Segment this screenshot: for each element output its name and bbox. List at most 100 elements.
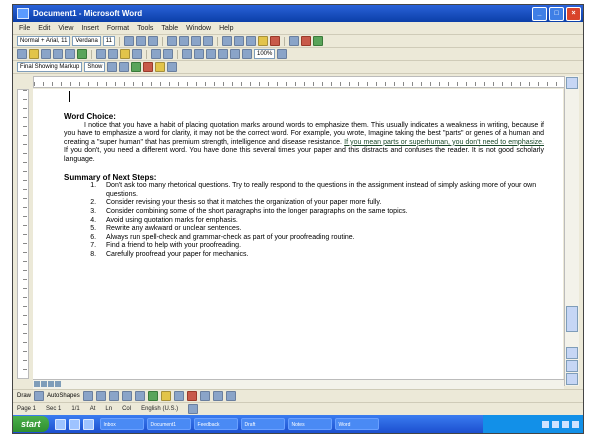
font-color-icon[interactable] (270, 36, 281, 46)
columns-icon[interactable] (218, 49, 228, 59)
new-icon[interactable] (17, 49, 27, 59)
vertical-scrollbar[interactable] (564, 76, 579, 386)
drawing-icon[interactable] (230, 49, 240, 59)
table-icon[interactable] (194, 49, 204, 59)
dash-style-icon[interactable] (212, 391, 223, 401)
format-painter-icon[interactable] (132, 49, 142, 59)
justify-icon[interactable] (203, 36, 214, 46)
excel-icon[interactable] (206, 49, 216, 59)
quick-launch-icon[interactable] (82, 418, 94, 430)
size-combo[interactable]: 11 (102, 36, 116, 46)
show-menu[interactable]: Show (84, 62, 106, 72)
redo-icon[interactable] (163, 49, 173, 59)
numbering-icon[interactable] (222, 36, 233, 46)
align-center-icon[interactable] (179, 36, 190, 46)
menu-edit[interactable]: Edit (38, 25, 50, 32)
taskbar-item[interactable]: Notes (287, 418, 332, 430)
taskbar-item[interactable]: Feedback (193, 418, 238, 430)
line-icon[interactable] (82, 391, 93, 401)
align-left-icon[interactable] (167, 36, 178, 46)
quick-launch-icon[interactable] (54, 418, 66, 430)
font-combo[interactable]: Verdana (72, 36, 101, 46)
undo-icon[interactable] (151, 49, 161, 59)
line-style-icon[interactable] (199, 391, 210, 401)
taskbar-item[interactable]: Word (334, 418, 379, 430)
show-hide-icon[interactable] (242, 49, 252, 59)
hyperlink-icon[interactable] (182, 49, 192, 59)
insert-comment-icon[interactable] (155, 62, 166, 72)
line-color-icon[interactable] (173, 391, 184, 401)
document-body[interactable]: Word Choice: I notice that you have a ha… (64, 107, 544, 260)
taskbar-item[interactable]: Inbox (99, 418, 144, 430)
previous-change-icon[interactable] (107, 62, 118, 72)
print-view-button[interactable] (48, 381, 54, 387)
tray-icon[interactable] (552, 420, 559, 428)
print-icon[interactable] (53, 49, 63, 59)
minimize-button[interactable]: _ (532, 6, 547, 21)
taskbar-item[interactable]: Document1 (146, 418, 191, 430)
scroll-up-button[interactable] (566, 77, 578, 89)
indent-icon[interactable] (246, 36, 257, 46)
vertical-ruler[interactable] (17, 89, 29, 379)
track-changes-icon[interactable] (289, 36, 300, 46)
quick-launch-icon[interactable] (68, 418, 80, 430)
accept-change-icon[interactable] (313, 36, 324, 46)
select-browse-object-button[interactable] (566, 360, 578, 372)
next-change-icon[interactable] (119, 62, 130, 72)
normal-view-button[interactable] (34, 381, 40, 387)
highlight-icon[interactable] (258, 36, 269, 46)
tray-icon[interactable] (542, 420, 549, 428)
web-view-button[interactable] (41, 381, 47, 387)
volume-icon[interactable] (562, 420, 569, 428)
taskbar-item[interactable]: Draft (240, 418, 285, 430)
menu-help[interactable]: Help (219, 25, 233, 32)
align-right-icon[interactable] (191, 36, 202, 46)
menu-window[interactable]: Window (186, 25, 211, 32)
font-color-draw-icon[interactable] (186, 391, 197, 401)
menu-insert[interactable]: Insert (81, 25, 99, 32)
reject-icon[interactable] (143, 62, 154, 72)
print-preview-icon[interactable] (65, 49, 75, 59)
clipart-icon[interactable] (147, 391, 158, 401)
menu-table[interactable]: Table (161, 25, 178, 32)
rectangle-icon[interactable] (108, 391, 119, 401)
close-button[interactable]: × (566, 6, 581, 21)
bullets-icon[interactable] (234, 36, 245, 46)
reviewing-pane-icon[interactable] (167, 62, 178, 72)
underline-icon[interactable] (148, 36, 159, 46)
paste-icon[interactable] (120, 49, 130, 59)
document-page[interactable]: Word Choice: I notice that you have a ha… (33, 89, 563, 379)
network-icon[interactable] (572, 420, 579, 428)
reject-change-icon[interactable] (301, 36, 312, 46)
bold-icon[interactable] (124, 36, 135, 46)
oval-icon[interactable] (121, 391, 132, 401)
cut-icon[interactable] (96, 49, 106, 59)
horizontal-ruler[interactable] (33, 76, 565, 88)
save-icon[interactable] (41, 49, 51, 59)
select-objects-icon[interactable] (34, 391, 45, 401)
scroll-thumb[interactable] (566, 306, 578, 332)
maximize-button[interactable]: □ (549, 6, 564, 21)
shadow-icon[interactable] (225, 391, 236, 401)
fill-color-icon[interactable] (160, 391, 171, 401)
spelling-icon[interactable] (77, 49, 87, 59)
style-combo[interactable]: Normal + Arial, 11 (17, 36, 71, 46)
textbox-icon[interactable] (134, 391, 145, 401)
arrow-icon[interactable] (95, 391, 106, 401)
zoom-combo[interactable]: 100% (254, 49, 276, 59)
menu-tools[interactable]: Tools (137, 25, 153, 32)
autoshapes-menu[interactable]: AutoShapes (47, 393, 80, 399)
previous-page-button[interactable] (566, 347, 578, 359)
menu-file[interactable]: File (19, 25, 30, 32)
help-icon[interactable] (277, 49, 288, 59)
menu-format[interactable]: Format (107, 25, 129, 32)
open-icon[interactable] (29, 49, 39, 59)
spelling-status-icon[interactable] (188, 404, 199, 414)
draw-menu[interactable]: Draw (17, 393, 31, 399)
start-button[interactable]: start (13, 416, 49, 432)
outline-view-button[interactable] (55, 381, 61, 387)
next-page-button[interactable] (566, 373, 578, 385)
display-for-review-combo[interactable]: Final Showing Markup (17, 62, 83, 72)
italic-icon[interactable] (136, 36, 147, 46)
menu-view[interactable]: View (58, 25, 73, 32)
